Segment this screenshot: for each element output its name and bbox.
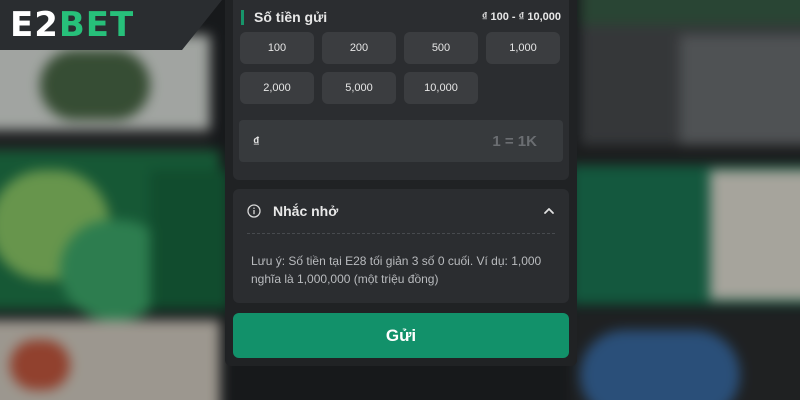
chevron-up-icon[interactable] [543, 207, 555, 215]
preset-amount-button[interactable]: 1,000 [486, 32, 560, 64]
deposit-amount-section: Số tiền gửi ₫ 100 - ₫ 10,000 100 200 500… [233, 0, 569, 180]
preset-amount-button[interactable]: 10,000 [404, 72, 478, 104]
section-accent-bar [241, 9, 244, 25]
reminder-header[interactable]: Nhắc nhở [247, 201, 555, 221]
amount-input-field[interactable]: ₫ 1 = 1K [239, 120, 563, 162]
deposit-amount-header: Số tiền gửi ₫ 100 - ₫ 10,000 [241, 8, 561, 26]
preset-amount-button[interactable]: 200 [322, 32, 396, 64]
reminder-text: Lưu ý: Số tiền tại E28 tối giản 3 số 0 c… [251, 254, 542, 286]
logo-text-bet: BET [58, 5, 135, 45]
deposit-amount-title: Số tiền gửi [254, 9, 328, 25]
preset-amount-button[interactable]: 100 [240, 32, 314, 64]
deposit-modal: Số tiền gửi ₫ 100 - ₫ 10,000 100 200 500… [225, 0, 577, 366]
reminder-title: Nhắc nhở [273, 203, 339, 219]
submit-deposit-button[interactable]: Gửi [233, 313, 569, 358]
reminder-divider [247, 233, 555, 234]
unit-conversion-hint: 1 = 1K [492, 132, 537, 150]
preset-amount-button[interactable]: 5,000 [322, 72, 396, 104]
preset-amount-button[interactable]: 2,000 [240, 72, 314, 104]
deposit-amount-range: ₫ 100 - ₫ 10,000 [481, 11, 561, 23]
info-icon [247, 204, 261, 218]
reminder-section: Nhắc nhở Lưu ý: Số tiền tại E28 tối giản… [233, 189, 569, 303]
currency-symbol: ₫ [253, 133, 260, 149]
preset-amount-button[interactable]: 500 [404, 32, 478, 64]
amount-input[interactable] [265, 132, 493, 150]
logo-text-e2: E2 [10, 5, 59, 45]
